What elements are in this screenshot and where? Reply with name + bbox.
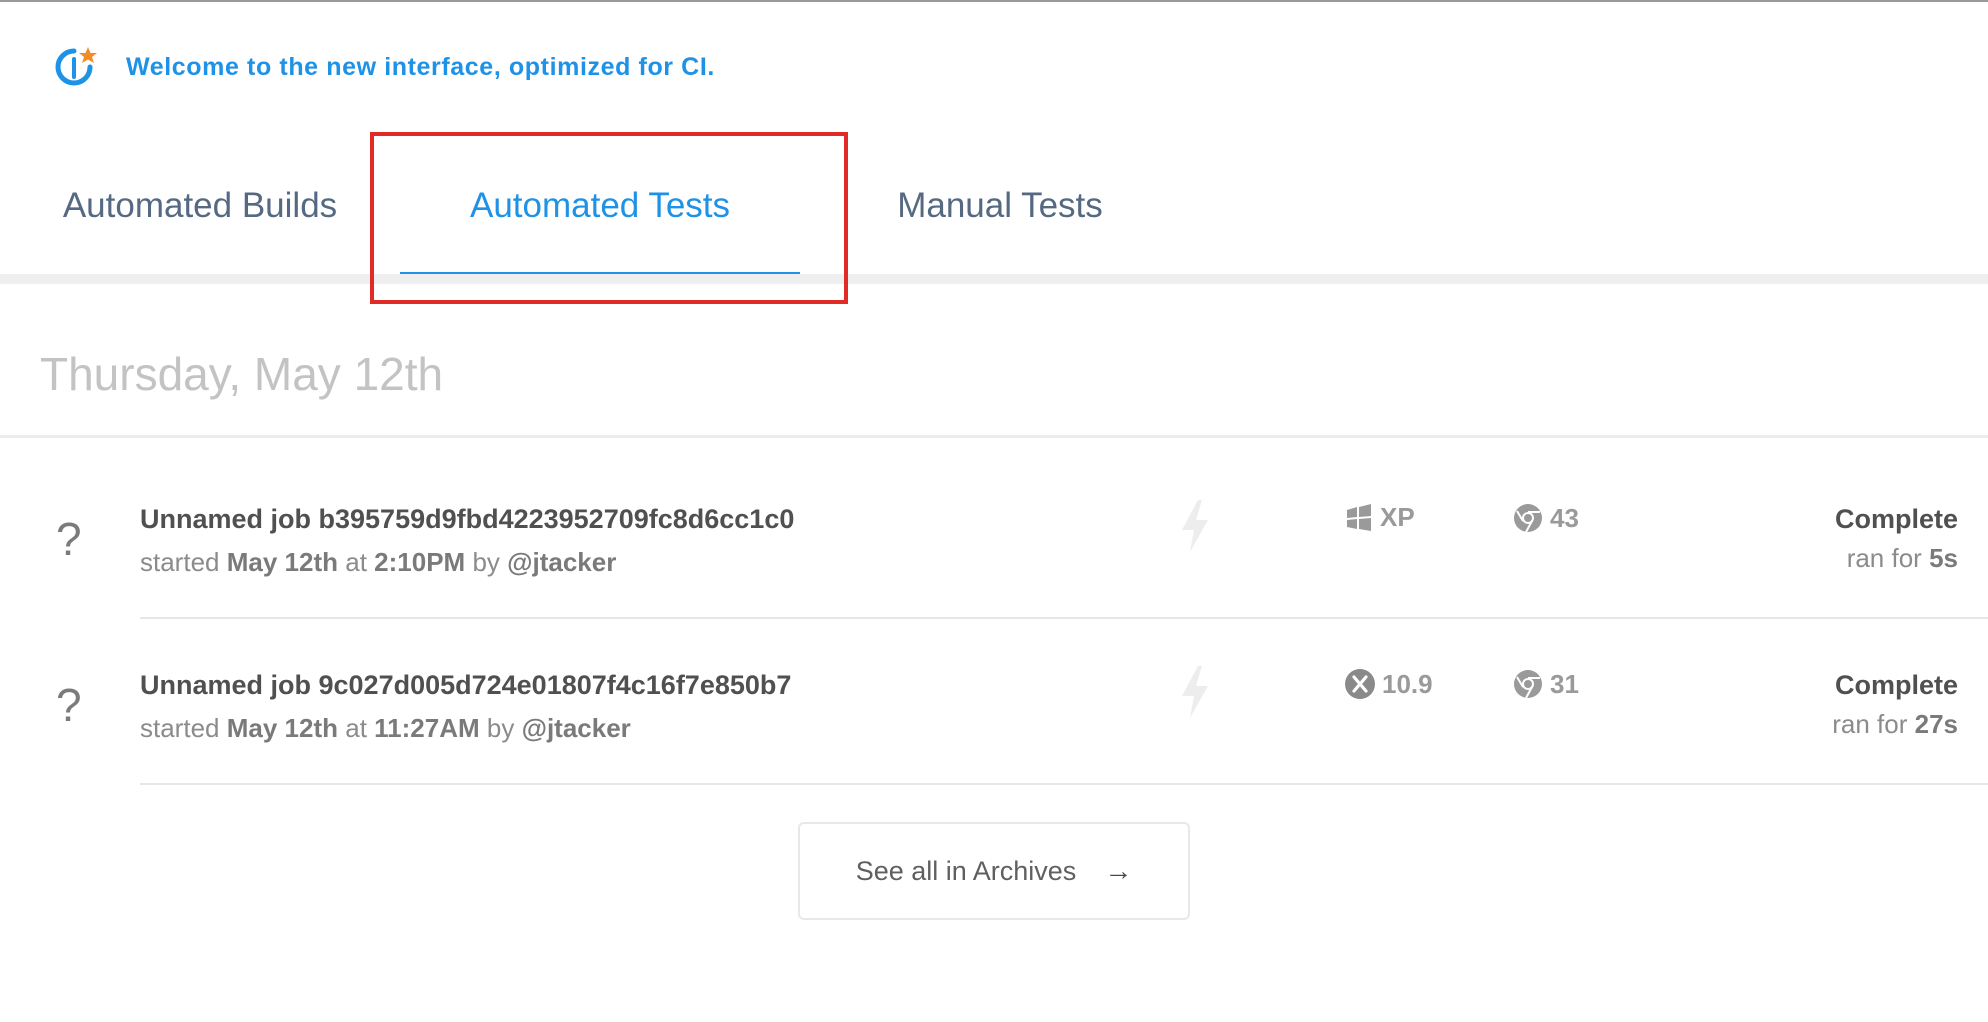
lightning-icon [1182, 666, 1208, 718]
welcome-message: Welcome to the new interface, optimized … [126, 52, 715, 81]
mac-osx-icon [1345, 669, 1375, 699]
job-title[interactable]: Unnamed job b395759d9fbd4223952709fc8d6c… [140, 504, 794, 535]
chrome-icon [1514, 670, 1542, 699]
row-divider [140, 617, 1988, 619]
at-label: at [345, 713, 367, 743]
date-heading: Thursday, May 12th [40, 348, 444, 400]
archives-button-label: See all in Archives [855, 855, 1077, 886]
started-label: started [140, 713, 220, 743]
duration-value: 5s [1929, 543, 1958, 573]
tab-label: Manual Tests [897, 186, 1103, 225]
browser-info: 43 [1512, 502, 1579, 534]
job-duration: ran for 27s [1832, 709, 1958, 740]
ran-for-label: ran for [1846, 543, 1922, 573]
browser-version: 43 [1550, 502, 1579, 533]
job-duration: ran for 5s [1835, 543, 1958, 574]
job-user: @jtacker [507, 547, 617, 577]
job-time: 11:27AM [374, 713, 480, 743]
job-row[interactable]: ? Unnamed job 9c027d005d724e01807f4c16f7… [0, 638, 1988, 804]
windows-icon [1347, 503, 1371, 531]
job-date: May 12th [226, 713, 338, 743]
by-label: by [472, 547, 500, 577]
tab-label: Automated Tests [469, 186, 731, 225]
job-state: Complete [1834, 670, 1958, 700]
browser-version: 31 [1550, 668, 1579, 699]
section-divider [0, 435, 1988, 438]
job-row[interactable]: ? Unnamed job b395759d9fbd4223952709fc8d… [0, 472, 1988, 638]
job-status: Complete ran for 5s [1835, 504, 1958, 574]
tab-automated-builds[interactable]: Automated Builds [40, 132, 360, 280]
job-state: Complete [1834, 504, 1958, 534]
os-info: 10.9 [1344, 668, 1433, 700]
at-label: at [345, 547, 367, 577]
sauce-logo-icon [55, 47, 97, 86]
job-date: May 12th [226, 547, 338, 577]
os-version: 10.9 [1382, 668, 1433, 699]
welcome-banner: Welcome to the new interface, optimized … [50, 42, 715, 92]
tab-label: Automated Builds [62, 186, 338, 225]
job-title[interactable]: Unnamed job 9c027d005d724e01807f4c16f7e8… [140, 670, 791, 701]
unknown-status-icon: ? [56, 679, 82, 731]
row-divider [140, 783, 1988, 785]
arrow-right-icon: → [1104, 855, 1133, 886]
job-time: 2:10PM [374, 547, 466, 577]
unknown-status-icon: ? [56, 513, 82, 565]
job-status: Complete ran for 27s [1832, 670, 1958, 740]
by-label: by [486, 713, 515, 743]
os-version: XP [1380, 502, 1415, 532]
tab-manual-tests[interactable]: Manual Tests [870, 132, 1130, 280]
os-info: XP [1344, 502, 1415, 533]
job-meta: started May 12th at 11:27AM by @jtacker [140, 713, 631, 744]
job-user: @jtacker [521, 713, 631, 743]
duration-value: 27s [1914, 709, 1958, 739]
tab-bar: Automated Builds Automated Tests Manual … [0, 132, 1988, 280]
browser-info: 31 [1512, 668, 1579, 700]
job-meta: started May 12th at 2:10PM by @jtacker [140, 547, 616, 578]
lightning-icon [1182, 500, 1208, 552]
started-label: started [140, 547, 220, 577]
chrome-icon [1514, 504, 1542, 533]
tab-bar-divider [0, 274, 1988, 284]
tab-automated-tests[interactable]: Automated Tests [400, 132, 800, 280]
see-all-archives-button[interactable]: See all in Archives → [798, 822, 1190, 920]
ran-for-label: ran for [1832, 709, 1908, 739]
